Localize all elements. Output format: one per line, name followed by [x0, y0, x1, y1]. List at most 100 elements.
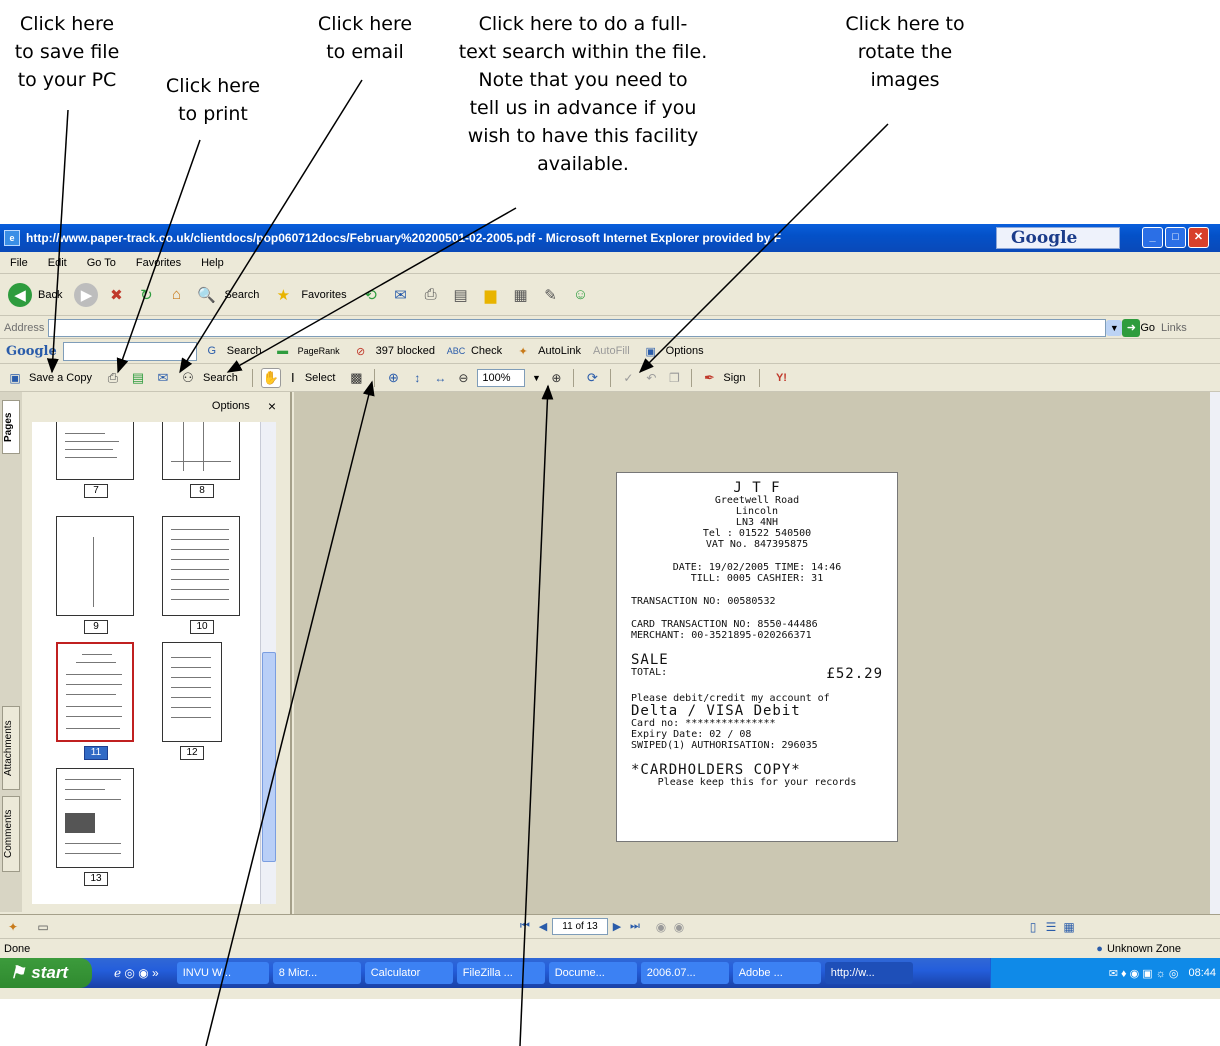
spellcheck-icon[interactable]: ✓ [619, 368, 637, 388]
calculator-icon[interactable]: ▦ [509, 283, 533, 307]
fit-width-icon[interactable]: ↔ [431, 368, 449, 388]
links-label[interactable]: Links [1161, 322, 1187, 334]
facing-icon[interactable]: ▦ [1060, 918, 1078, 936]
sign-icon[interactable]: ✒ [700, 368, 718, 388]
binoculars-icon[interactable]: ⚇ [178, 368, 198, 388]
menu-edit[interactable]: Edit [38, 257, 77, 269]
history-icon[interactable]: ⟲ [359, 283, 383, 307]
page-number[interactable]: 12 [180, 746, 204, 760]
go-icon[interactable]: ➜ [1122, 318, 1141, 337]
popup-blocker-icon[interactable]: ⊘ [352, 342, 370, 360]
previous-view-icon[interactable]: ◉ [652, 918, 670, 936]
options-icon[interactable]: ▣ [642, 342, 660, 360]
print-icon[interactable]: ⎙ [103, 368, 123, 388]
go-button[interactable]: Go [1140, 322, 1155, 334]
page-thumbnail[interactable] [162, 516, 240, 616]
layers-icon[interactable]: ▭ [34, 918, 52, 936]
zoom-dropdown-icon[interactable]: ▼ [530, 368, 542, 388]
zoom-out-icon[interactable]: ⊖ [454, 368, 472, 388]
page-thumbnail[interactable] [162, 422, 240, 480]
attachments-icon[interactable]: ✦ [4, 918, 22, 936]
next-page-icon[interactable]: ▶ [608, 918, 626, 936]
favorites-icon[interactable]: ★ [271, 283, 295, 307]
autofill-button[interactable]: AutoFill [593, 345, 630, 357]
search-button[interactable]: Search [203, 372, 238, 384]
google-search-button[interactable]: Search [227, 345, 262, 357]
task-button[interactable]: INVU W... [176, 962, 269, 984]
spellcheck-icon[interactable]: ABC [447, 342, 466, 360]
tab-comments[interactable]: Comments [2, 796, 20, 872]
stop-icon[interactable]: ✖ [104, 283, 128, 307]
previous-page-icon[interactable]: ◀ [534, 918, 552, 936]
task-button[interactable]: Calculator [364, 962, 453, 984]
rotate-view-icon[interactable]: ⟳ [582, 368, 602, 388]
check-button[interactable]: Check [471, 345, 502, 357]
actual-size-icon[interactable]: ↕ [408, 368, 426, 388]
home-icon[interactable]: ⌂ [164, 283, 188, 307]
task-button[interactable]: Adobe ... [732, 962, 821, 984]
search-icon[interactable]: 🔍 [194, 283, 218, 307]
next-view-icon[interactable]: ◉ [670, 918, 688, 936]
document-scrollbar[interactable] [1210, 392, 1220, 914]
first-page-icon[interactable]: ⏮ [516, 918, 534, 936]
yahoo-icon[interactable]: Y! [768, 368, 794, 388]
task-button[interactable]: FileZilla ... [456, 962, 545, 984]
select-text-icon[interactable]: I [286, 368, 300, 388]
back-icon[interactable]: ◀ [8, 282, 32, 307]
blocked-count[interactable]: 397 blocked [376, 345, 435, 357]
task-button[interactable]: Docume... [548, 962, 637, 984]
page-thumbnail-selected[interactable] [56, 642, 134, 742]
sign-button[interactable]: Sign [723, 372, 745, 384]
menu-favorites[interactable]: Favorites [126, 257, 191, 269]
save-icon[interactable]: ▣ [6, 369, 24, 387]
zoom-in-icon[interactable]: ⊕ [383, 368, 403, 388]
zoom-level-input[interactable]: 100% [477, 368, 526, 387]
document-view[interactable]: J T F Greetwell Road Lincoln LN3 4NH Tel… [294, 392, 1210, 914]
menu-goto[interactable]: Go To [77, 257, 126, 269]
quicklaunch-icons[interactable]: ℯ ◎ ◉ » [114, 966, 159, 980]
address-input[interactable] [48, 318, 1107, 337]
zoom-in-small-icon[interactable]: ⊕ [547, 368, 565, 388]
page-number[interactable]: 13 [84, 872, 108, 886]
back-label[interactable]: Back [38, 289, 62, 301]
menu-help[interactable]: Help [191, 257, 234, 269]
options-menu[interactable]: Options [212, 400, 250, 412]
favorites-label[interactable]: Favorites [301, 289, 346, 301]
page-thumbnail[interactable] [56, 422, 134, 480]
thumbnail-scrollbar[interactable] [260, 422, 276, 904]
page-thumbnail[interactable] [56, 768, 134, 868]
mail-icon[interactable]: ✉ [389, 283, 413, 307]
g-search-icon[interactable]: G [203, 342, 221, 360]
start-button[interactable]: ⚑ start [0, 958, 92, 988]
close-panel-button[interactable]: × [268, 398, 276, 414]
google-search-input[interactable] [62, 341, 197, 361]
research-icon[interactable]: ✎ [539, 283, 563, 307]
edit-icon[interactable]: ▤ [449, 283, 473, 307]
save-copy-button[interactable]: Save a Copy [29, 372, 92, 384]
snapshot-icon[interactable]: ▩ [346, 368, 366, 388]
maximize-button[interactable]: □ [1165, 227, 1186, 248]
page-thumbnail[interactable] [162, 642, 222, 742]
task-button-active[interactable]: http://w... [824, 962, 913, 984]
minimize-button[interactable]: _ [1142, 227, 1163, 248]
page-thumbnail[interactable] [56, 516, 134, 616]
page-number[interactable]: 7 [84, 484, 108, 498]
autolink-button[interactable]: AutoLink [538, 345, 581, 357]
page-number-selected[interactable]: 11 [84, 746, 108, 760]
undo-icon[interactable]: ↶ [642, 368, 660, 388]
task-button[interactable]: 2006.07... [640, 962, 729, 984]
scroll-thumb[interactable] [262, 652, 276, 862]
page-number[interactable]: 10 [190, 620, 214, 634]
select-button[interactable]: Select [305, 372, 336, 384]
organizer-icon[interactable]: ▤ [128, 368, 148, 388]
autolink-icon[interactable]: ✦ [514, 342, 532, 360]
task-button[interactable]: 8 Micr... [272, 962, 361, 984]
email-icon[interactable]: ✉ [153, 368, 173, 388]
options-button[interactable]: Options [666, 345, 704, 357]
copy-icon[interactable]: ❐ [665, 368, 683, 388]
search-label[interactable]: Search [224, 289, 259, 301]
page-number-input[interactable]: 11 of 13 [552, 918, 608, 935]
last-page-icon[interactable]: ⏭ [626, 918, 644, 936]
page-number[interactable]: 9 [84, 620, 108, 634]
tab-pages[interactable]: Pages [2, 400, 20, 454]
